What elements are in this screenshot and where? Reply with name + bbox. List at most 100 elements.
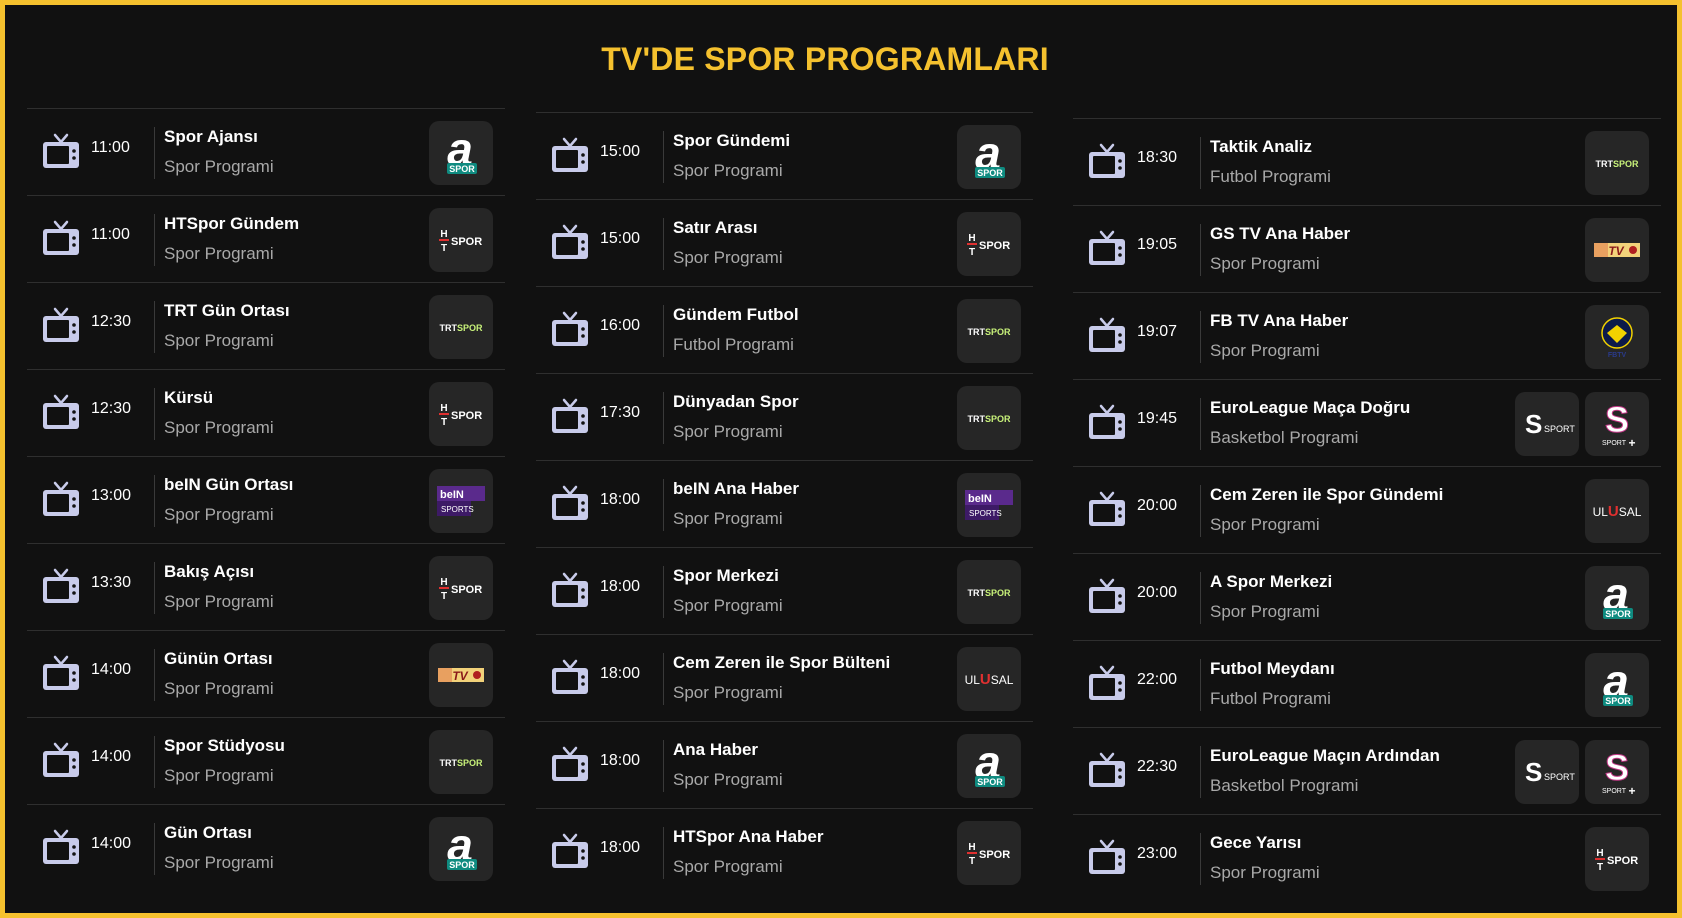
fbtv-logo[interactable]: FBTV [1585,305,1649,369]
program-name: Futbol Meydanı [1210,659,1335,678]
ssport-logo[interactable]: S SPORT [1515,740,1579,804]
htspor-logo[interactable]: H T SPOR [429,208,493,272]
channel-logos: H T SPOR [429,208,493,272]
program-row[interactable]: 14:00 Günün Ortası Spor Programi TV [27,630,505,717]
htspor-logo[interactable]: H T SPOR [957,821,1021,885]
program-row[interactable]: 14:00 Gün Ortası Spor Programi a SPOR [27,804,505,891]
row-divider [1200,398,1201,450]
program-row[interactable]: 12:30 Kürsü Spor Programi H T SPOR [27,369,505,456]
ssport-plus-logo[interactable]: S SPORT + [1585,392,1649,456]
program-category: Spor Programi [1210,863,1320,882]
program-row[interactable]: 17:30 Dünyadan Spor Spor Programi TRTSPOR [536,373,1033,460]
program-row[interactable]: 22:30 EuroLeague Maçın Ardından Basketbol … [1073,727,1661,814]
aspor-logo[interactable]: a SPOR [429,817,493,881]
channel-logos: TRTSPOR [1585,131,1649,195]
tv-icon [550,831,590,871]
program-category: Spor Programi [673,857,783,876]
program-row[interactable]: 11:00 HTSpor Gündem Spor Programi H T SPOR [27,195,505,282]
tv-icon [1087,489,1127,529]
channel-logos: TRTSPOR [429,730,493,794]
program-row[interactable]: 13:30 Bakış Açısı Spor Programi H T SPOR [27,543,505,630]
ulusal-logo[interactable]: ULUSAL [1585,479,1649,543]
program-row[interactable]: 19:07 FB TV Ana Haber Spor Programi FBTV [1073,292,1661,379]
htspor-logo[interactable]: H T SPOR [957,212,1021,276]
svg-text:T: T [441,417,447,428]
ssport-plus-logo[interactable]: S SPORT + [1585,740,1649,804]
program-category: Spor Programi [673,770,783,789]
row-divider [154,301,155,353]
program-row[interactable]: 14:00 Spor Stüdyosu Spor Programi TRTSPOR [27,717,505,804]
program-row[interactable]: 19:05 GS TV Ana Haber Spor Programi TV [1073,205,1661,292]
program-row[interactable]: 18:00 Ana Haber Spor Programi a SPOR [536,721,1033,808]
svg-text:+: + [1628,784,1635,798]
svg-text:T: T [441,243,447,254]
htspor-logo[interactable]: H T SPOR [1585,827,1649,891]
program-row[interactable]: 18:00 HTSpor Ana Haber Spor Programi H T SPOR [536,808,1033,895]
trtspor-logo[interactable]: TRTSPOR [957,386,1021,450]
program-row[interactable]: 18:30 Taktik Analiz Futbol Programi TRTSPOR [1073,118,1661,205]
program-row[interactable]: 20:00 A Spor Merkezi Spor Programi a SPOR [1073,553,1661,640]
program-time: 19:05 [1137,236,1178,253]
program-row[interactable]: 18:00 beIN Ana Haber Spor Programi beIN SPOR… [536,460,1033,547]
tv-icon [550,657,590,697]
trtspor-logo[interactable]: TRTSPOR [429,295,493,359]
aspor-logo[interactable]: a SPOR [429,121,493,185]
bein-sports-logo[interactable]: beIN SPORTS [957,473,1021,537]
program-row[interactable]: 18:00 Spor Merkezi Spor Programi TRTSPOR [536,547,1033,634]
program-time: 23:00 [1137,845,1178,862]
aspor-logo[interactable]: a SPOR [1585,566,1649,630]
gstv-logo[interactable]: TV [429,643,493,707]
program-row[interactable]: 16:00 Gündem Futbol Futbol Programi TRTSPOR [536,286,1033,373]
ulusal-logo[interactable]: ULUSAL [957,647,1021,711]
program-row[interactable]: 15:00 Spor Gündemi Spor Programi a SPOR [536,112,1033,199]
program-row[interactable]: 12:30 TRT Gün Ortası Spor Programi TRTSPOR [27,282,505,369]
htspor-logo[interactable]: H T SPOR [429,382,493,446]
program-time: 18:00 [600,752,641,769]
htspor-logo[interactable]: H T SPOR [429,556,493,620]
tv-icon [550,222,590,262]
svg-text:SPOR: SPOR [451,236,482,248]
program-row[interactable]: 23:00 Gece Yarısı Spor Programi H T SPOR [1073,814,1661,901]
svg-text:H: H [968,842,975,853]
bein-sports-logo[interactable]: beIN SPORTS [429,469,493,533]
program-row[interactable]: 13:00 beIN Gün Ortası Spor Programi beIN SPO… [27,456,505,543]
trtspor-logo[interactable]: TRTSPOR [429,730,493,794]
program-row[interactable]: 15:00 Satır Arası Spor Programi H T SPOR [536,199,1033,286]
trtspor-logo[interactable]: TRTSPOR [1585,131,1649,195]
program-row[interactable]: 18:00 Cem Zeren ile Spor Bülteni Spor Prog… [536,634,1033,721]
program-category: Spor Programi [164,331,274,350]
program-row[interactable]: 19:45 EuroLeague Maça Doğru Basketbol Prog… [1073,379,1661,466]
gstv-logo[interactable]: TV [1585,218,1649,282]
channel-logos: H T SPOR [429,382,493,446]
svg-text:T: T [969,856,975,867]
channel-logos: a SPOR [429,817,493,881]
trtspor-logo[interactable]: TRTSPOR [957,299,1021,363]
svg-text:SPOR: SPOR [1605,609,1631,619]
svg-text:SPORTS: SPORTS [441,505,474,514]
trtspor-logo[interactable]: TRTSPOR [957,560,1021,624]
channel-logos: S SPORT S SPORT + [1515,392,1649,456]
program-category: Spor Programi [164,418,274,437]
program-time: 18:00 [600,665,641,682]
svg-text:S: S [1605,399,1629,440]
schedule-column-1: 11:00 Spor Ajansı Spor Programi a SPOR 11:00 H… [27,108,505,891]
channel-logos: ULUSAL [957,647,1021,711]
program-row[interactable]: 20:00 Cem Zeren ile Spor Gündemi Spor Prog… [1073,466,1661,553]
svg-text:H: H [440,577,447,588]
svg-text:SPORT: SPORT [1544,772,1575,782]
row-divider [663,218,664,270]
program-name: Gece Yarısı [1210,833,1302,852]
ssport-logo[interactable]: S SPORT [1515,392,1579,456]
program-name: Spor Merkezi [673,566,779,585]
svg-text:SPOR: SPOR [979,240,1010,252]
tv-icon [41,653,81,693]
tv-icon [1087,315,1127,355]
aspor-logo[interactable]: a SPOR [1585,653,1649,717]
program-row[interactable]: 11:00 Spor Ajansı Spor Programi a SPOR [27,108,505,195]
program-row[interactable]: 22:00 Futbol Meydanı Futbol Programi a SPOR [1073,640,1661,727]
program-category: Spor Programi [673,248,783,267]
aspor-logo[interactable]: a SPOR [957,734,1021,798]
tv-icon [1087,663,1127,703]
aspor-logo[interactable]: a SPOR [957,125,1021,189]
row-divider [1200,485,1201,537]
